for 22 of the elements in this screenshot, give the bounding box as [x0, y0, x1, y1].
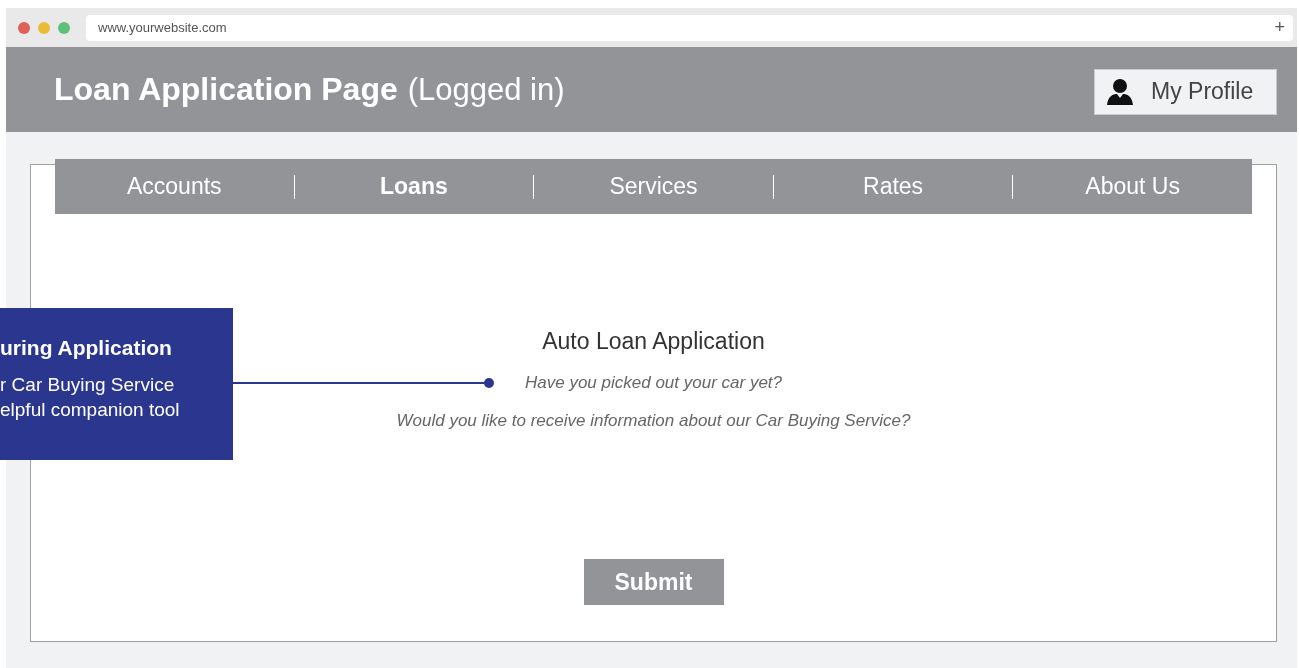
callout-title: uring Application	[0, 336, 173, 360]
new-tab-button[interactable]: +	[1274, 17, 1285, 38]
page-title: Loan Application Page	[54, 71, 398, 108]
nav-tab[interactable]: Rates	[773, 173, 1013, 200]
callout-text: r Car Buying Service	[0, 373, 176, 397]
profile-button[interactable]: My Profile	[1094, 68, 1277, 115]
login-status: (Logged in)	[407, 72, 565, 108]
minimize-icon[interactable]	[38, 21, 50, 34]
nav-tab[interactable]: Accounts	[55, 173, 294, 200]
form-title: Auto Loan Application	[542, 328, 765, 355]
submit-button[interactable]: Submit	[583, 559, 724, 605]
callout-text: elpful companion tool	[0, 398, 181, 422]
maximize-icon[interactable]	[58, 21, 70, 34]
nav-tab[interactable]: Services	[534, 173, 773, 200]
form-question: Have you picked out your car yet?	[525, 373, 782, 393]
nav-tab[interactable]: About Us	[1013, 173, 1252, 200]
close-icon[interactable]	[18, 21, 30, 34]
url-text: www.yourwebsite.com	[98, 20, 227, 35]
form-question: Would you like to receive information about our Car Buying Service?	[396, 411, 911, 431]
nav-tab[interactable]: Loans	[294, 173, 534, 200]
person-icon	[1107, 78, 1133, 105]
address-bar[interactable]: www.yourwebsite.com +	[86, 14, 1293, 41]
